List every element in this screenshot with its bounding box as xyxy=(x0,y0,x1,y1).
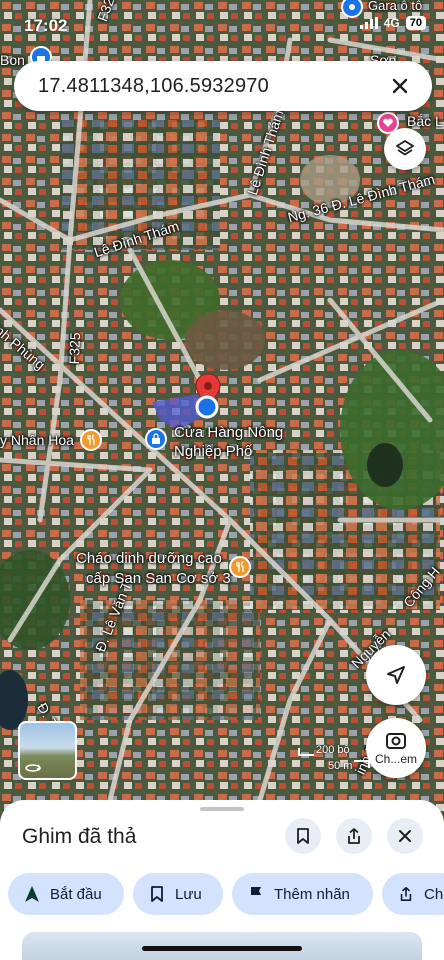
home-indicator[interactable] xyxy=(142,946,302,951)
signal-icon xyxy=(359,17,378,29)
share-chip[interactable]: Ch xyxy=(382,873,444,915)
search-query[interactable]: 17.4811348,106.5932970 xyxy=(38,75,269,98)
my-location-button[interactable] xyxy=(366,645,426,705)
poi-label-shop-line1[interactable]: Cửa Hàng Nông xyxy=(174,424,283,441)
share-icon xyxy=(400,886,412,902)
navigation-arrow-icon xyxy=(387,666,405,684)
bookmark-icon xyxy=(151,886,163,902)
street-label-f325-mid: F325 xyxy=(66,332,84,365)
close-icon[interactable] xyxy=(386,72,414,100)
scale-feet: 200 bộ xyxy=(316,744,350,756)
status-time: 17:02 xyxy=(24,16,68,35)
flag-icon xyxy=(251,887,261,902)
sheet-drag-handle[interactable] xyxy=(200,807,244,811)
poi-label-bac: Bắc L xyxy=(407,113,443,129)
navigation-arrow-icon xyxy=(25,886,39,902)
layers-icon xyxy=(396,140,414,156)
share-chip-label: Ch xyxy=(424,885,444,903)
save-chip-label: Lưu xyxy=(175,885,202,903)
search-box[interactable]: 17.4811348,106.5932970 xyxy=(14,61,432,111)
place-sheet[interactable]: Ghim đã thả Bắt đầu Lưu Thêm nhãn Ch xyxy=(0,800,444,960)
bookmark-button[interactable] xyxy=(285,818,321,854)
bookmark-icon xyxy=(297,828,309,844)
lens-button-label: Ch...em xyxy=(374,752,417,766)
network-type: 4G xyxy=(383,16,400,30)
sheet-title: Ghim đã thả xyxy=(22,825,137,848)
share-button[interactable] xyxy=(336,818,372,854)
current-location-dot xyxy=(195,395,219,419)
street-view-icon xyxy=(25,764,42,772)
add-label-chip-label: Thêm nhãn xyxy=(274,885,350,903)
map-scale: 200 bộ 50 m xyxy=(298,744,371,772)
status-icons: 4G 70 xyxy=(359,16,426,30)
poi-label-restaurant-line2[interactable]: cấp San San Cơ sở 3 xyxy=(86,570,231,587)
poi-label-bon: Bon xyxy=(0,52,25,68)
save-chip[interactable]: Lưu xyxy=(133,873,223,915)
add-label-chip[interactable]: Thêm nhãn xyxy=(232,873,373,915)
scale-meters: 50 m xyxy=(328,760,353,772)
restaurant-icon[interactable] xyxy=(80,429,102,451)
restaurant-icon[interactable] xyxy=(229,556,251,578)
layers-button[interactable] xyxy=(384,128,426,170)
street-view-thumbnail[interactable] xyxy=(18,721,77,780)
battery-indicator: 70 xyxy=(405,16,426,30)
start-chip-label: Bắt đầu xyxy=(50,885,102,903)
poi-label-restaurant-line1[interactable]: Cháo dinh dưỡng cao xyxy=(76,550,222,567)
maps-screen: F325 Lê Đình Thám Ng. 36 Đ. Lê Đình Thám… xyxy=(0,0,444,960)
close-sheet-button[interactable] xyxy=(387,818,423,854)
shop-icon[interactable] xyxy=(145,428,167,450)
close-icon xyxy=(399,830,411,842)
camera-icon xyxy=(386,733,406,749)
lens-button[interactable]: Ch...em xyxy=(366,718,426,778)
poi-label-shop-line2[interactable]: Nghiệp Phố xyxy=(174,443,252,460)
share-icon xyxy=(348,828,360,844)
start-chip[interactable]: Bắt đầu xyxy=(8,873,124,915)
poi-label-nhan-hoa: y Nhân Hoa xyxy=(0,432,74,448)
status-bar: 17:02 4G 70 xyxy=(0,0,444,40)
